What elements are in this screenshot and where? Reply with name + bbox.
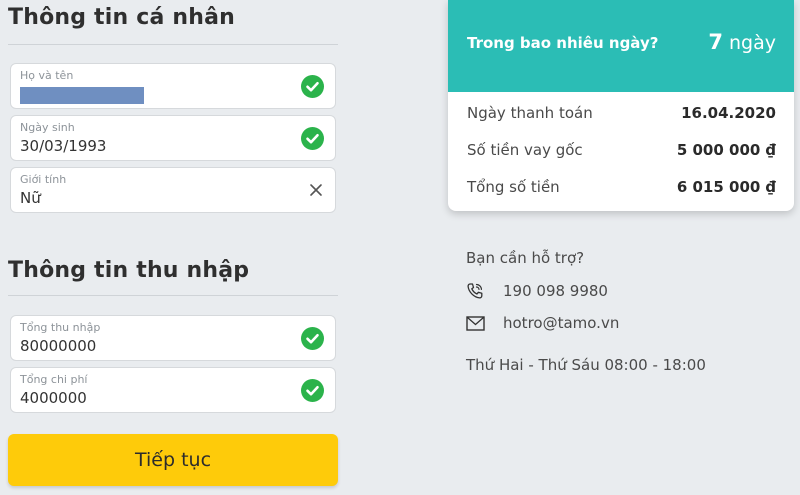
loan-duration-header: Trong bao nhiêu ngày? 7 ngày [448,0,794,92]
mail-icon [466,316,485,331]
continue-button[interactable]: Tiếp tục [8,434,338,486]
close-icon[interactable] [307,181,325,199]
principal-value: 5 000 000 ₫ [676,141,776,159]
date-of-birth-value: 30/03/1993 [20,137,107,155]
loan-summary-card: Trong bao nhiêu ngày? 7 ngày Ngày thanh … [448,0,794,211]
total-expense-value: 4000000 [20,389,87,407]
duration-days-number: 7 [708,30,723,54]
support-phone[interactable]: 190 098 9980 [503,282,608,300]
gender-field[interactable]: Giới tính Nữ [10,167,336,213]
total-income-label: Tổng thu nhập [20,321,101,334]
gender-value: Nữ [20,189,41,207]
date-of-birth-label: Ngày sinh [20,121,75,134]
full-name-field[interactable]: Họ và tên [10,63,336,109]
check-circle-icon [301,327,324,350]
check-circle-icon [301,127,324,150]
total-income-value: 80000000 [20,337,97,355]
support-email[interactable]: hotro@tamo.vn [503,314,619,332]
check-circle-icon [301,379,324,402]
total-amount-label: Tổng số tiền [467,178,560,196]
total-amount-row: Tổng số tiền 6 015 000 ₫ [467,178,776,202]
principal-row: Số tiền vay gốc 5 000 000 ₫ [467,141,776,165]
principal-label: Số tiền vay gốc [467,141,583,159]
total-expense-label: Tổng chi phí [20,373,88,386]
duration-question: Trong bao nhiêu ngày? [467,34,659,52]
support-hours: Thứ Hai - Thứ Sáu 08:00 - 18:00 [466,356,706,374]
date-of-birth-field[interactable]: Ngày sinh 30/03/1993 [10,115,336,161]
payment-date-value: 16.04.2020 [681,104,776,122]
personal-info-title: Thông tin cá nhân [8,5,236,30]
total-amount-value: 6 015 000 ₫ [676,178,776,196]
check-circle-icon [301,75,324,98]
payment-date-row: Ngày thanh toán 16.04.2020 [467,104,776,128]
full-name-label: Họ và tên [20,69,74,82]
gender-label: Giới tính [20,173,67,186]
duration-value[interactable]: 7 ngày [708,30,776,54]
income-info-title: Thông tin thu nhập [8,258,250,283]
divider [8,295,338,296]
payment-date-label: Ngày thanh toán [467,104,593,122]
redacted-name-value [20,87,144,104]
phone-icon [466,282,484,300]
total-income-field[interactable]: Tổng thu nhập 80000000 [10,315,336,361]
support-title: Bạn cần hỗ trợ? [466,249,585,267]
divider [8,44,338,45]
duration-days-unit: ngày [729,32,776,54]
total-expense-field[interactable]: Tổng chi phí 4000000 [10,367,336,413]
